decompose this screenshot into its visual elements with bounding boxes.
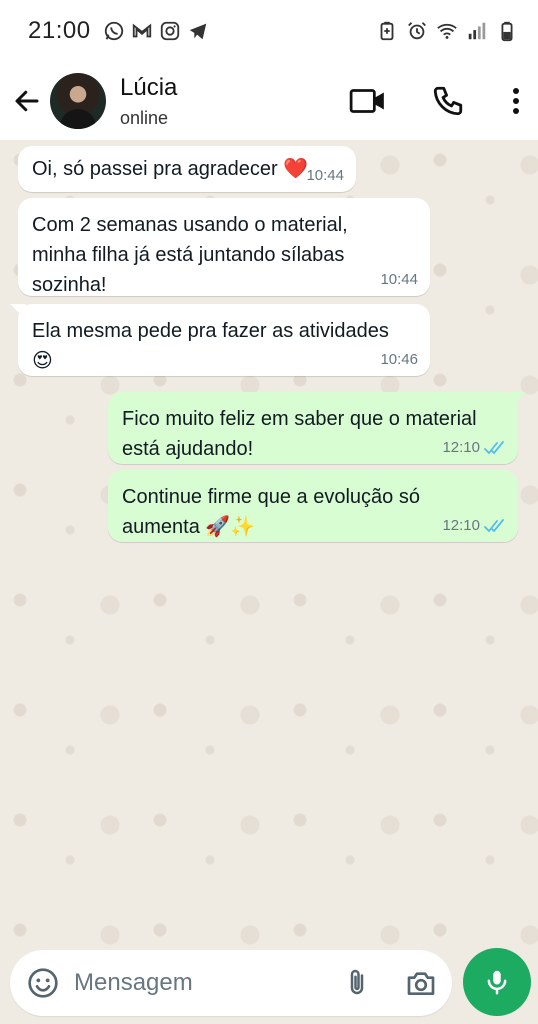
message-text: Ela mesma pede pra fazer as atividades 😍 — [32, 320, 389, 372]
signal-icon — [466, 20, 488, 42]
bubble-tail — [10, 304, 26, 320]
paperclip-icon — [350, 969, 364, 995]
back-arrow-icon — [15, 90, 39, 112]
notification-icons — [103, 20, 209, 42]
header-actions — [346, 79, 538, 123]
alarm-icon — [406, 20, 428, 42]
gmail-icon — [131, 20, 153, 42]
status-bar: 21:00 — [0, 0, 538, 62]
camera-button[interactable] — [404, 966, 438, 1000]
message-outgoing[interactable]: Continue firme que a evolução só aumenta… — [108, 470, 518, 542]
message-text: Continue firme que a evolução só aumenta… — [122, 486, 420, 538]
system-icons — [376, 20, 518, 42]
message-text: Oi, só passei pra agradecer ❤️ — [32, 158, 309, 180]
read-receipt-icon — [484, 519, 504, 533]
message-input[interactable] — [74, 969, 304, 997]
video-call-icon — [349, 89, 384, 113]
read-receipt-icon — [484, 441, 504, 455]
message-outgoing[interactable]: Fico muito feliz em saber que o material… — [108, 392, 526, 464]
emoji-button[interactable] — [26, 966, 60, 1000]
video-call-button[interactable] — [346, 79, 390, 123]
contact-avatar[interactable] — [50, 73, 106, 129]
wifi-icon — [436, 20, 458, 42]
chat-area[interactable]: Oi, só passei pra agradecer ❤️ 10:44 Com… — [0, 140, 538, 1024]
chat-header: Lúcia online — [0, 62, 538, 140]
telegram-icon — [187, 20, 209, 42]
instagram-icon — [159, 20, 181, 42]
contact-status: online — [120, 107, 169, 128]
message-time: 10:44 — [380, 271, 418, 288]
contact-name: Lúcia — [120, 73, 178, 101]
message-time: 10:44 — [306, 167, 344, 184]
message-text: Com 2 semanas usando o material, minha f… — [32, 214, 348, 296]
more-options-button[interactable] — [504, 79, 528, 123]
bubble-tail — [510, 392, 526, 408]
message-incoming[interactable]: Ela mesma pede pra fazer as atividades 😍… — [10, 304, 430, 376]
whatsapp-icon — [103, 20, 125, 42]
voice-message-button[interactable] — [463, 948, 531, 1016]
message-time: 10:46 — [380, 351, 418, 368]
more-options-icon — [513, 88, 519, 114]
status-time: 21:00 — [28, 17, 91, 44]
contact-info[interactable]: Lúcia online — [120, 74, 177, 129]
message-input-bar — [10, 950, 452, 1016]
microphone-icon — [487, 970, 507, 995]
voice-call-button[interactable] — [428, 79, 468, 123]
message-time: 12:10 — [442, 439, 480, 456]
message-incoming[interactable]: Com 2 semanas usando o material, minha f… — [18, 198, 430, 296]
message-time: 12:10 — [442, 517, 480, 534]
message-incoming[interactable]: Oi, só passei pra agradecer ❤️ 10:44 — [18, 146, 356, 192]
battery-icon — [496, 20, 518, 42]
voice-call-icon — [433, 86, 463, 116]
camera-icon — [407, 972, 435, 995]
back-button[interactable] — [10, 84, 44, 118]
attach-button[interactable] — [340, 966, 374, 1000]
emoji-icon — [28, 968, 58, 998]
battery-saver-icon — [376, 20, 398, 42]
